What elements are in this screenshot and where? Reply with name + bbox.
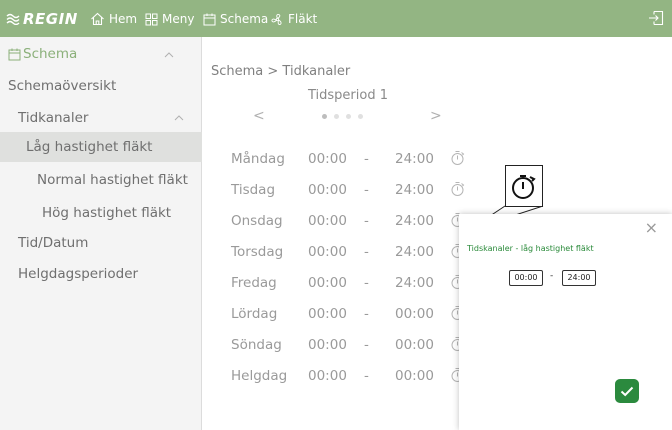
stopwatch-icon xyxy=(512,175,536,199)
end-time-input[interactable]: 24:00 xyxy=(562,270,596,286)
clock-zoom-box xyxy=(505,165,543,207)
time-channel-dialog: × Tidskanaler - låg hastighet fläkt 00:0… xyxy=(459,214,672,430)
close-icon[interactable]: × xyxy=(645,220,658,236)
time-separator: - xyxy=(550,271,554,281)
checkmark-icon xyxy=(620,386,634,396)
start-time-input[interactable]: 00:00 xyxy=(509,270,543,286)
dialog-title: Tidskanaler - låg hastighet fläkt xyxy=(467,244,594,253)
confirm-button[interactable] xyxy=(615,379,639,403)
